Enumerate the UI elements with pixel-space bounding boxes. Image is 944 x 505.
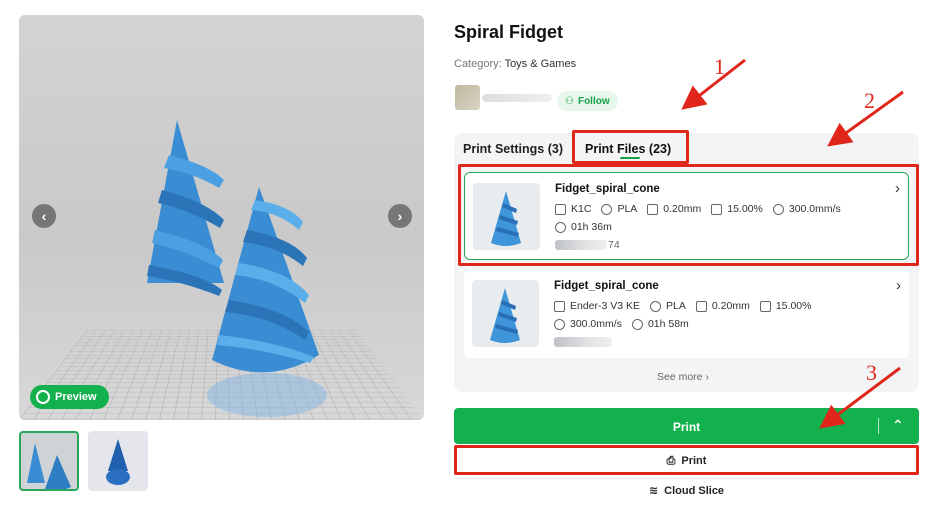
chevron-up-icon[interactable]: ⌃ [892, 417, 904, 434]
printer-icon [554, 300, 565, 312]
filament-icon [650, 300, 662, 312]
print-button[interactable]: Print ⌃ [454, 408, 919, 444]
category-label: Category: [454, 58, 502, 70]
category-link[interactable]: Toys & Games [505, 58, 577, 70]
category: Category: Toys & Games [454, 58, 576, 70]
spec-filament: PLA [650, 300, 686, 312]
model-title: Spiral Fidget [454, 22, 564, 42]
gallery-thumbnail-1[interactable] [19, 431, 79, 491]
spec-row: Ender-3 V3 KE PLA 0.20mm 15.00% [554, 300, 821, 312]
rotate-3d-icon [36, 390, 50, 404]
spec-printer: Ender-3 V3 KE [554, 300, 640, 312]
chevron-right-icon[interactable]: › [896, 277, 901, 294]
chevron-left-icon: ‹ [41, 208, 47, 224]
annotation-box-3 [454, 445, 919, 475]
button-divider [878, 418, 879, 434]
follow-button[interactable]: ⚇ Follow [557, 91, 618, 111]
annotation-number-3: 3 [866, 360, 877, 385]
print-file-thumbnail [472, 280, 539, 347]
preview-button[interactable]: Preview [30, 385, 109, 409]
thumbnail-image [27, 443, 71, 489]
spec-value: PLA [666, 300, 686, 312]
annotation-number-2: 2 [864, 88, 875, 113]
spec-value: 01h 58m [647, 318, 689, 330]
spec-value: Ender-3 V3 KE [570, 300, 641, 312]
avatar[interactable] [455, 85, 480, 110]
annotation-number-1: 1 [714, 54, 725, 79]
see-more-link[interactable]: See more › [657, 371, 709, 383]
cloud-slice-menu-item[interactable]: ≋ Cloud Slice [454, 478, 919, 502]
layers-icon: ≋ [648, 485, 659, 497]
author-name-blurred[interactable] [482, 94, 552, 102]
spiral-cone-render [147, 120, 327, 417]
preview-label: Preview [55, 391, 97, 403]
clock-icon [631, 318, 643, 330]
chevron-right-icon: › [705, 371, 709, 383]
spec-speed: 300.0mm/s [554, 318, 622, 330]
spec-row: 300.0mm/s 01h 58m [554, 318, 699, 330]
cloud-slice-label: Cloud Slice [664, 484, 725, 497]
see-more-label: See more [657, 371, 703, 383]
model-viewer[interactable] [19, 15, 424, 420]
thumbnail-image [106, 439, 130, 485]
gallery-thumbnail-2[interactable] [88, 431, 148, 491]
spec-value: 0.20mm [711, 300, 750, 312]
infill-icon [759, 300, 771, 312]
spec-time: 01h 58m [631, 318, 689, 330]
annotation-box-2 [458, 164, 919, 266]
spec-infill: 15.00% [759, 300, 812, 312]
user-plus-icon: ⚇ [565, 95, 574, 107]
print-file-name: Fidget_spiral_cone [554, 280, 659, 292]
print-button-label: Print [672, 420, 701, 434]
spec-value: 15.00% [775, 300, 812, 312]
gallery-prev-button[interactable]: ‹ [32, 204, 56, 228]
layer-height-icon [695, 300, 707, 312]
follow-label: Follow [577, 95, 610, 107]
annotation-box-1 [572, 130, 689, 164]
blurred-uploader [554, 337, 612, 347]
speed-icon [554, 318, 565, 330]
chevron-right-icon: › [397, 208, 403, 224]
gallery-next-button[interactable]: › [388, 204, 412, 228]
spec-value: 300.0mm/s [570, 318, 622, 330]
tab-print-settings[interactable]: Print Settings (3) [463, 142, 563, 156]
print-file-card[interactable]: Fidget_spiral_cone › Ender-3 V3 KE PLA 0… [464, 270, 909, 358]
spec-layer-height: 0.20mm [695, 300, 750, 312]
